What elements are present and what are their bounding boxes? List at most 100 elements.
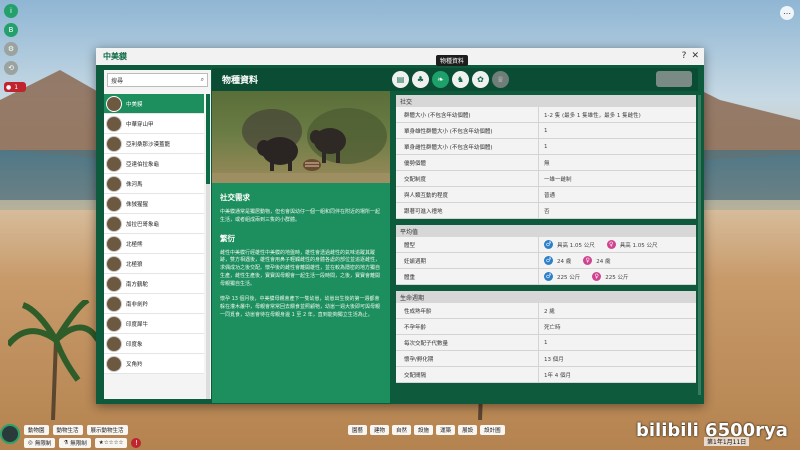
stats-value: 1	[544, 127, 548, 134]
species-list-item[interactable]: 印度犀牛	[104, 314, 204, 334]
toolbar-button[interactable]: 設施	[414, 425, 434, 435]
stats-value: 否	[544, 208, 550, 215]
tab-trophy-icon[interactable]: ♛	[492, 71, 509, 88]
species-thumbnail	[106, 175, 122, 192]
window-titlebar: 中美貘 物種資料 ? ✕	[96, 48, 704, 66]
toolbar-button[interactable]: 自然	[392, 425, 412, 435]
species-name: 亞達伯拉象龜	[126, 161, 160, 168]
stats-row: 妊娠週期 ♂ 24 歲 ♀ 24 歲	[396, 253, 696, 269]
view-toggle-button[interactable]: 動物生活	[52, 425, 83, 435]
view-toggle-button[interactable]: 動物園	[24, 425, 49, 435]
stats-value: 死亡時	[544, 324, 561, 331]
species-thumbnail	[106, 275, 122, 292]
tab-paw-icon[interactable]: ✿	[472, 71, 489, 88]
toolbar-button[interactable]: 運築	[436, 425, 456, 435]
species-thumbnail	[106, 155, 122, 172]
tab-book-icon[interactable]: ▤	[392, 71, 409, 88]
info-icon[interactable]: i	[4, 4, 18, 18]
toolbar-button[interactable]: 設計圖	[480, 425, 505, 435]
species-list-item[interactable]: 中美貘	[104, 94, 204, 114]
stats-panel: 社交 群體大小 (不包含年幼個體) 1-2 隻 (最多 1 隻雄性，最多 1 隻雌性…	[396, 95, 696, 403]
male-icon: ♂	[544, 272, 553, 281]
search-input[interactable]: 搜尋 ⌕	[107, 73, 208, 87]
view-toggle-label: 動物生活	[56, 428, 79, 434]
toolbar-button[interactable]: 建物	[370, 425, 390, 435]
species-list-item[interactable]: 南方鶴駝	[104, 274, 204, 294]
species-list-item[interactable]: 印度象	[104, 334, 204, 354]
stats-group: 生命週期 性成熟年齡 2 歲不孕年齡 死亡時 每次交配子代數量 1 懷孕/孵化期 13 個月交…	[396, 291, 696, 383]
flask-icon: ⚗	[63, 440, 69, 446]
warning-count: 1	[14, 83, 19, 91]
tab-species-icon[interactable]: ❧	[432, 71, 449, 88]
toolbar-label: 設施	[418, 428, 430, 434]
stats-value: ♂ 具高 1.05 公尺 ♀ 具高 1.05 公尺	[539, 240, 658, 249]
settings-icon[interactable]: ⚙	[4, 42, 18, 56]
male-value: 具高 1.05 公尺	[557, 242, 595, 249]
money-display[interactable]: ◎ 無限制	[24, 438, 56, 448]
help-button[interactable]: ?	[682, 51, 687, 61]
species-name: 印度犀牛	[126, 321, 149, 328]
species-window: 中美貘 物種資料 ? ✕ 搜尋 ⌕ 中美貘 中華穿山甲 亞利桑那沙漠蓋龍亞達伯拉象龜…	[96, 48, 704, 404]
tab-animal-icon[interactable]: ♞	[452, 71, 469, 88]
stats-value: 1-2 隻 (最多 1 隻雄性，最多 1 隻雌性)	[544, 112, 641, 119]
build-toolbar: 園藝 建物 自然 設施 運築 展設 設計圖	[348, 425, 505, 435]
user-toggle[interactable]	[656, 71, 692, 87]
stats-value: 13 個月	[544, 356, 564, 363]
research-display[interactable]: ⚗ 無限制	[59, 438, 91, 448]
toolbar-button[interactable]: 園藝	[348, 425, 368, 435]
alert-icon[interactable]: !	[131, 438, 142, 448]
expand-icon[interactable]: ⋯	[780, 6, 794, 20]
section-header: 物種資料 ▤ ♣ ❧ ♞ ✿ ♛	[212, 68, 698, 91]
stats-key: 懷孕/孵化期	[396, 351, 539, 366]
species-list-item[interactable]: 南非劍羚	[104, 294, 204, 314]
toolbar-label: 設計圖	[484, 428, 501, 434]
stats-row: 體型 ♂ 具高 1.05 公尺 ♀ 具高 1.05 公尺	[396, 237, 696, 253]
female-icon: ♀	[606, 240, 616, 249]
social-heading: 社交需求	[220, 193, 250, 202]
stats-value: 1年 4 個月	[544, 372, 571, 379]
breeding-text-2: 懷孕 13 個月後，中美貘母親會產下一隻幼崽，幼崽出生後的第一週都會躲在灌木叢中…	[220, 296, 381, 318]
toolbar-label: 園藝	[352, 428, 364, 434]
breeding-heading: 繁衍	[220, 233, 235, 243]
view-toggle-button[interactable]: 展示動物生活	[86, 425, 128, 435]
stats-key: 單身雌性群體大小 (不包含年幼個體)	[396, 139, 539, 154]
tapir-illustration	[212, 108, 390, 183]
tab-habitat-icon[interactable]: ♣	[412, 71, 429, 88]
species-photo	[212, 91, 390, 183]
zoo-rating-stars: ★☆☆☆☆	[94, 438, 128, 448]
female-icon: ♀	[592, 272, 602, 281]
species-list-item[interactable]: 北極狼	[104, 254, 204, 274]
stats-scrollbar[interactable]	[698, 95, 701, 395]
species-list-item[interactable]: 叉角羚	[104, 354, 204, 374]
species-list-item[interactable]: 中華穿山甲	[104, 114, 204, 134]
female-value: 具高 1.05 公尺	[619, 242, 658, 249]
male-value: 24 歲	[557, 258, 572, 265]
history-icon[interactable]: ⟲	[4, 61, 18, 75]
stats-value: 1	[544, 339, 548, 346]
species-list-scrollbar[interactable]	[206, 94, 210, 399]
species-list-item[interactable]: 北極熊	[104, 234, 204, 254]
stats-key: 不孕年齡	[396, 319, 539, 334]
stats-row: 群體大小 (不包含年幼個體) 1-2 隻 (最多 1 隻雄性，最多 1 隻雌性)	[396, 107, 696, 123]
toolbar-label: 自然	[396, 428, 408, 434]
stats-key: 優勢個體	[396, 155, 539, 170]
zoo-rating-dial[interactable]	[0, 424, 20, 444]
close-button[interactable]: ✕	[691, 51, 699, 61]
stats-key: 妊娠週期	[396, 253, 539, 268]
stats-value: 2 歲	[544, 308, 555, 315]
stats-row: 性成熟年齡 2 歲	[396, 303, 696, 319]
species-list-item[interactable]: 侏河馬	[104, 174, 204, 194]
tab-tooltip: 物種資料	[436, 55, 469, 66]
species-name: 侏狨猩猩	[126, 201, 149, 208]
species-list-item[interactable]: 侏狨猩猩	[104, 194, 204, 214]
section-title: 物種資料	[222, 76, 259, 86]
stats-value: ♂ 225 公斤 ♀ 225 公斤	[539, 272, 629, 281]
species-thumbnail	[106, 255, 122, 272]
species-list-item[interactable]: 亞利桑那沙漠蓋龍	[104, 134, 204, 154]
toolbar-button[interactable]: 展設	[458, 425, 478, 435]
warnings-badge[interactable]: ● 1	[4, 82, 26, 92]
species-list-item[interactable]: 亞達伯拉象龜	[104, 154, 204, 174]
zoo-manager-icon[interactable]: B	[4, 23, 18, 37]
species-list-item[interactable]: 加拉巴哥象龜	[104, 214, 204, 234]
scrollbar-thumb[interactable]	[206, 94, 210, 184]
